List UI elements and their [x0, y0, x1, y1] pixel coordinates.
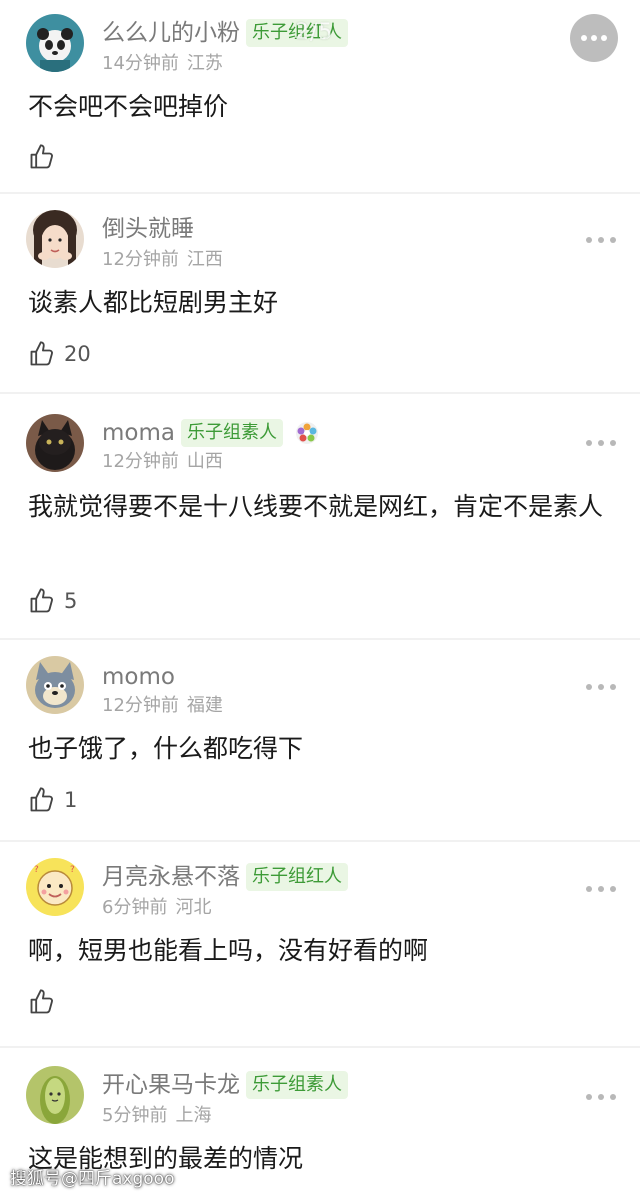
- comment-time: 12分钟前: [102, 249, 179, 270]
- user-badge: 乐子组素人: [180, 419, 283, 447]
- comment-location: 江西: [186, 249, 223, 270]
- divider: [0, 192, 640, 194]
- like-button[interactable]: [28, 142, 64, 172]
- comment-meta: 12分钟前 江西: [102, 248, 223, 272]
- user-badge: 乐子组素人: [246, 1071, 348, 1099]
- comment-text: 谈素人都比短剧男主好: [28, 288, 279, 317]
- ellipsis-icon[interactable]: [570, 14, 618, 62]
- like-button[interactable]: 20: [28, 339, 91, 369]
- comment-header: 开心果马卡龙 乐子组素人: [102, 1068, 348, 1102]
- watermark: 搜狐号@四斤axgooo: [10, 1169, 175, 1189]
- username[interactable]: momo: [102, 660, 175, 694]
- comment-meta: 14分钟前 江苏: [102, 52, 223, 76]
- like-button[interactable]: 1: [28, 785, 77, 815]
- comment-location: 江苏: [186, 53, 223, 74]
- like-count: 5: [64, 589, 78, 613]
- thumbs-up-icon: [30, 144, 53, 169]
- avatar[interactable]: [26, 14, 84, 72]
- comment-location: 山西: [186, 451, 223, 472]
- more-options-icon[interactable]: [586, 1091, 616, 1103]
- divider: [0, 1046, 640, 1048]
- like-button[interactable]: 5: [28, 586, 77, 616]
- thumbs-up-icon: [30, 588, 53, 613]
- username[interactable]: moma: [102, 416, 175, 450]
- comment-time: 5分钟前: [102, 1105, 168, 1126]
- svg-text:?: ?: [34, 865, 39, 875]
- svg-text:?: ?: [70, 865, 75, 875]
- thumbs-up-icon: [30, 341, 53, 366]
- comment-meta: 12分钟前 福建: [102, 694, 223, 718]
- username[interactable]: 么么儿的小粉: [102, 16, 240, 50]
- comment-location: 上海: [175, 1105, 212, 1126]
- username[interactable]: 开心果马卡龙: [102, 1068, 240, 1102]
- avatar[interactable]: [26, 210, 84, 268]
- like-count: 1: [64, 788, 78, 812]
- comment-text: 也子饿了，什么都吃得下: [28, 734, 304, 763]
- avatar[interactable]: [26, 414, 84, 472]
- comment-text: 啊，短男也能看上吗，没有好看的啊: [28, 936, 429, 965]
- comment-location: 河北: [175, 897, 212, 918]
- divider: [0, 638, 640, 640]
- username[interactable]: 倒头就睡: [102, 212, 194, 246]
- divider: [0, 840, 640, 842]
- avatar[interactable]: ? ?: [26, 858, 84, 916]
- more-options-icon[interactable]: [586, 681, 616, 693]
- comment-time: 14分钟前: [102, 53, 179, 74]
- like-count: 20: [64, 342, 91, 366]
- comment-time: 12分钟前: [102, 695, 179, 716]
- user-badge: 乐子组红人: [246, 863, 348, 891]
- avatar[interactable]: [26, 656, 84, 714]
- comment-time: 6分钟前: [102, 897, 168, 918]
- thumbs-up-icon: [30, 787, 53, 812]
- flower-badge-icon: [295, 421, 319, 445]
- comment-time: 12分钟前: [102, 451, 179, 472]
- like-button[interactable]: [28, 987, 64, 1017]
- username[interactable]: 月亮永悬不落: [102, 860, 240, 894]
- thumbs-up-icon: [30, 989, 53, 1014]
- page-indicator: 2/5: [295, 20, 334, 45]
- comment-header: 月亮永悬不落 乐子组红人: [102, 860, 348, 894]
- comment-location: 福建: [186, 695, 223, 716]
- comment-text: 不会吧不会吧掉价: [28, 92, 229, 121]
- comment-meta: 6分钟前 河北: [102, 896, 211, 920]
- avatar[interactable]: [26, 1066, 84, 1124]
- comment-meta: 5分钟前 上海: [102, 1104, 211, 1128]
- comment-meta: 12分钟前 山西: [102, 450, 223, 474]
- more-options-icon[interactable]: [586, 883, 616, 895]
- divider: [0, 392, 640, 394]
- comment-header: momo: [102, 660, 175, 694]
- comment-text: 我就觉得要不是十八线要不就是网红，肯定不是素人: [28, 492, 604, 521]
- more-options-icon[interactable]: [586, 437, 616, 449]
- more-options-icon[interactable]: [586, 234, 616, 246]
- comment-header: 倒头就睡: [102, 212, 194, 246]
- comment-header: moma 乐子组素人: [102, 416, 319, 450]
